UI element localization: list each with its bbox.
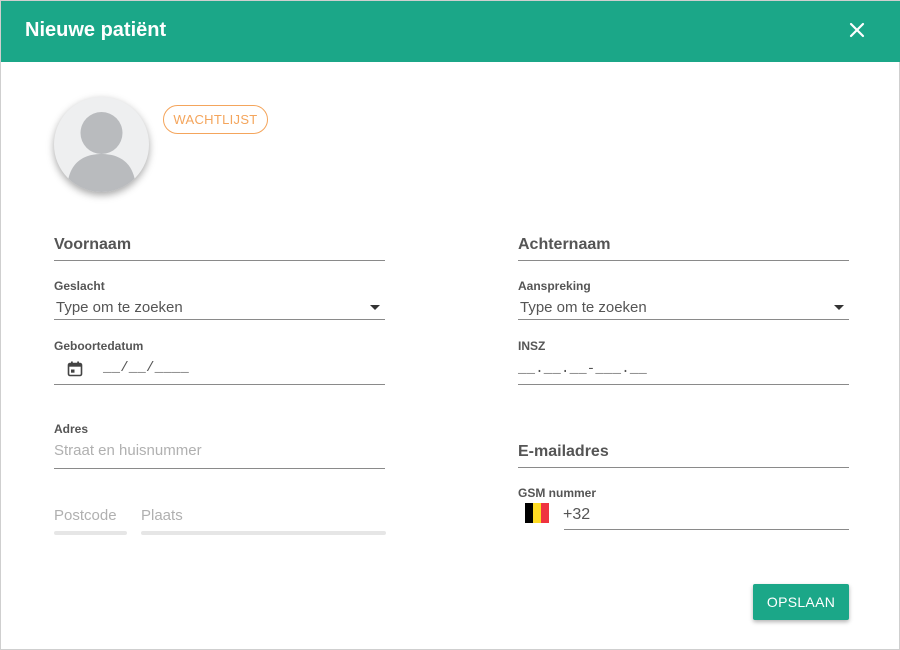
last-name-label: Achternaam [518, 236, 611, 253]
insz-field[interactable]: INSZ __.__.__-___.__ [518, 339, 849, 386]
city-field[interactable]: Plaats [141, 506, 386, 536]
birthdate-mask: __/__/____ [103, 360, 190, 376]
insz-mask: __.__.__-___.__ [518, 361, 648, 377]
belgium-flag-icon[interactable] [525, 503, 549, 523]
mobile-field[interactable]: GSM nummer +32 [518, 486, 849, 532]
postcode-field[interactable]: Postcode [54, 506, 127, 536]
email-label: E-mailadres [518, 443, 609, 460]
mobile-prefix: +32 [563, 506, 591, 523]
address-placeholder: Straat en huisnummer [54, 442, 202, 459]
birthdate-underline [54, 384, 385, 385]
first-name-field[interactable]: Voornaam [54, 236, 385, 262]
mobile-underline [564, 529, 849, 530]
city-underline [141, 531, 386, 535]
calendar-icon[interactable] [67, 361, 83, 377]
city-placeholder: Plaats [141, 507, 183, 524]
gender-select[interactable]: Geslacht Type om te zoeken [54, 279, 385, 321]
last-name-underline [518, 260, 849, 261]
first-name-label: Voornaam [54, 236, 132, 253]
new-patient-dialog: Nieuwe patiënt WACHTLIJST Voornaam Achte… [0, 0, 900, 650]
mobile-label: GSM nummer [518, 486, 597, 500]
birthdate-field[interactable]: Geboortedatum __/__/____ [54, 339, 385, 386]
salutation-label: Aanspreking [518, 279, 591, 293]
gender-underline [54, 319, 385, 320]
chevron-down-icon[interactable] [370, 305, 380, 310]
salutation-placeholder: Type om te zoeken [520, 299, 647, 316]
gender-placeholder: Type om te zoeken [56, 299, 183, 316]
email-field[interactable]: E-mailadres [518, 443, 849, 469]
insz-underline [518, 384, 849, 385]
dialog-title: Nieuwe patiënt [25, 19, 167, 41]
address-field[interactable]: Adres Straat en huisnummer [54, 422, 385, 470]
first-name-underline [54, 260, 385, 261]
person-icon [67, 112, 136, 192]
dialog-header: Nieuwe patiënt [1, 1, 900, 62]
chevron-down-icon[interactable] [834, 305, 844, 310]
avatar[interactable] [54, 97, 149, 192]
gender-label: Geslacht [54, 279, 105, 293]
postcode-underline [54, 531, 127, 535]
salutation-underline [518, 319, 849, 320]
save-button[interactable]: OPSLAAN [753, 584, 849, 620]
waitlist-badge[interactable]: WACHTLIJST [163, 105, 268, 134]
address-label: Adres [54, 422, 89, 436]
postcode-placeholder: Postcode [54, 507, 117, 524]
email-underline [518, 467, 849, 468]
insz-label: INSZ [518, 339, 546, 353]
close-icon[interactable] [844, 17, 870, 43]
birthdate-label: Geboortedatum [54, 339, 144, 353]
address-underline [54, 468, 385, 469]
salutation-select[interactable]: Aanspreking Type om te zoeken [518, 279, 849, 321]
last-name-field[interactable]: Achternaam [518, 236, 849, 262]
